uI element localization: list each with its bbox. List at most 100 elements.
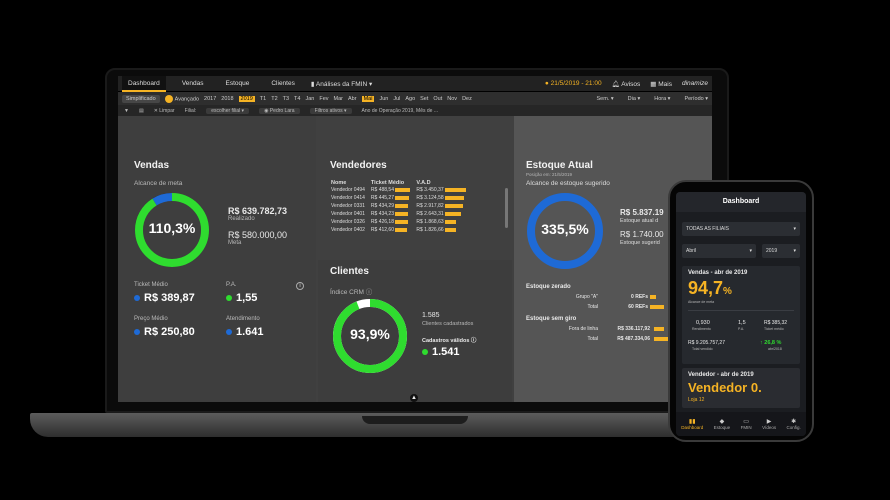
nav-videos-label: Vídeos bbox=[762, 425, 777, 430]
zerado-grupo-value: 0 REFs bbox=[631, 294, 648, 300]
mais-button[interactable]: ▦ Mais bbox=[650, 80, 672, 88]
period-filter-bar: Simplificado Avançado 2017 2018 2019 T1 … bbox=[118, 92, 712, 105]
limpar-label: Limpar bbox=[159, 107, 175, 114]
info-icon[interactable]: ⓘ bbox=[366, 289, 373, 296]
vendedor-vad: R$ 2.917,82 bbox=[413, 202, 469, 210]
month-jul[interactable]: Jul bbox=[393, 96, 400, 102]
fora-linha-value: R$ 336.117,92 bbox=[617, 326, 650, 332]
semana-select[interactable]: Sem. ▾ bbox=[597, 96, 614, 102]
vendas-subtitle: Alcance de meta bbox=[134, 180, 183, 187]
filtros-ativos-select[interactable]: Filtros ativos ▾ bbox=[309, 107, 352, 114]
month-mar[interactable]: Mar bbox=[334, 96, 343, 102]
vendedor-ticket: R$ 426,18 bbox=[368, 218, 413, 226]
nav-dashboard[interactable]: ▮▮ Dashboard bbox=[681, 418, 703, 430]
limpar-button[interactable]: ✕ Limpar bbox=[154, 108, 175, 114]
clientes-ring-value: 93,9% bbox=[350, 326, 390, 342]
estoque-subtitle: Alcance de estoque sugerido bbox=[526, 180, 610, 187]
month-mai[interactable]: Mai bbox=[361, 95, 375, 102]
validos-value: 1.541 bbox=[422, 346, 460, 358]
vendedores-panel: Vendedores Nome Ticket Médio V.A.D Vende… bbox=[318, 116, 512, 258]
year-2018[interactable]: 2018 bbox=[221, 96, 233, 102]
meta-label: Meta bbox=[228, 240, 242, 246]
vendedor-ticket-text: R$ 426,18 bbox=[370, 219, 394, 225]
info-icon[interactable]: i bbox=[296, 282, 304, 290]
estoque-atual-value: R$ 5.837.19 bbox=[620, 208, 664, 217]
quarter-t4[interactable]: T4 bbox=[294, 96, 300, 102]
ticket-medio-label: Ticket Médio bbox=[134, 282, 168, 288]
table-row[interactable]: Vendedor 0331 R$ 434,29 R$ 2.917,82 bbox=[328, 202, 469, 210]
phone-mes-select[interactable]: Abril ▾ bbox=[682, 244, 756, 258]
filial-value: escolher filial bbox=[211, 107, 241, 114]
vendedor-ticket-text: R$ 434,29 bbox=[370, 203, 394, 209]
month-out[interactable]: Out bbox=[433, 96, 442, 102]
table-row[interactable]: Vendedor 0326 R$ 426,18 R$ 1.868,63 bbox=[328, 218, 469, 226]
month-abr[interactable]: Abr bbox=[348, 96, 357, 102]
table-row[interactable]: Vendedor 0402 R$ 412,60 R$ 1.826,66 bbox=[328, 226, 469, 234]
month-set[interactable]: Set bbox=[420, 96, 428, 102]
periodo-select[interactable]: Período ▾ bbox=[684, 96, 708, 102]
vendedor-vad-text: R$ 2.643,31 bbox=[416, 211, 444, 217]
mais-label: Mais bbox=[658, 80, 672, 88]
avancado-toggle[interactable]: Avançado bbox=[164, 94, 199, 103]
bell-icon: 🔔︎ bbox=[611, 80, 622, 88]
month-fev[interactable]: Fev bbox=[319, 96, 328, 102]
year-2017[interactable]: 2017 bbox=[204, 96, 216, 102]
quarter-t1[interactable]: T1 bbox=[260, 96, 266, 102]
clientes-panel: Clientes Índice CRM ⓘ 93,9% 1.585 Client… bbox=[318, 260, 512, 402]
filial-select[interactable]: escolher filial ▾ bbox=[206, 107, 250, 114]
nav-config[interactable]: ✱ Config. bbox=[787, 418, 801, 430]
ticket-bar bbox=[395, 203, 409, 208]
semgiro-total-bar bbox=[654, 337, 668, 341]
phone-total-label: Total vendido bbox=[692, 347, 713, 351]
simplificado-toggle[interactable]: Simplificado bbox=[122, 94, 160, 103]
vad-bar bbox=[445, 227, 457, 232]
nav-fmin[interactable]: ▭ FMIN bbox=[741, 418, 752, 430]
vendedores-table: Nome Ticket Médio V.A.D Vendedor 0494 R$ … bbox=[328, 180, 469, 234]
vendedor-ticket-text: R$ 434,23 bbox=[370, 211, 394, 217]
year-2019[interactable]: 2019 bbox=[238, 95, 255, 102]
vendas-panel: Vendas Alcance de meta 110,3% R$ 639.782… bbox=[118, 116, 316, 402]
vad-bar bbox=[445, 187, 467, 192]
phone-kpi2-label: P.A. bbox=[738, 327, 745, 331]
tab-clientes[interactable]: Clientes bbox=[265, 76, 300, 92]
phone-filial-select[interactable]: TODAS AS FILIAIS ▾ bbox=[682, 222, 800, 236]
phone-ano-select[interactable]: 2019 ▾ bbox=[762, 244, 800, 258]
phone-vendedor-card: Vendedor - abr de 2019 Vendedor 0. Loja … bbox=[682, 368, 800, 408]
table-row[interactable]: Vendedor 0494 R$ 488,54 R$ 3.450,37 bbox=[328, 186, 469, 194]
validos-label: Cadastros válidos ⓘ bbox=[422, 336, 476, 344]
ticket-bar bbox=[395, 187, 411, 192]
avisos-button[interactable]: 🔔︎ Avisos bbox=[612, 80, 641, 88]
tab-dashboard[interactable]: Dashboard bbox=[122, 76, 166, 92]
info-icon[interactable]: ⓘ bbox=[471, 338, 477, 344]
quarter-t2[interactable]: T2 bbox=[271, 96, 277, 102]
vendedor-vad-text: R$ 3.124,58 bbox=[416, 195, 444, 201]
nav-estoque[interactable]: ◆ Estoque bbox=[714, 418, 731, 430]
toggle-knob-icon bbox=[164, 94, 173, 103]
quarter-t3[interactable]: T3 bbox=[283, 96, 289, 102]
print-icon[interactable]: ▤ bbox=[139, 108, 144, 114]
vendedor-vad-text: R$ 2.917,82 bbox=[416, 203, 444, 209]
filter-icon[interactable]: ▼ bbox=[124, 108, 129, 114]
month-jun[interactable]: Jun bbox=[379, 96, 388, 102]
tab-estoque[interactable]: Estoque bbox=[220, 76, 256, 92]
estoque-zerado-title: Estoque zerado bbox=[526, 284, 571, 290]
dia-select[interactable]: Dia ▾ bbox=[628, 96, 641, 102]
nav-videos[interactable]: ▶ Vídeos bbox=[762, 418, 776, 430]
month-nov[interactable]: Nov bbox=[447, 96, 457, 102]
phone-vendedor-name: Vendedor 0. bbox=[688, 380, 762, 395]
month-dez[interactable]: Dez bbox=[462, 96, 472, 102]
blue-dot-icon bbox=[134, 329, 140, 335]
analysis-menu[interactable]: ▮ Análises da FMIN ▾ bbox=[311, 80, 372, 88]
hora-select[interactable]: Hora ▾ bbox=[654, 96, 670, 102]
vendedor-ticket-text: R$ 412,60 bbox=[370, 227, 394, 233]
table-row[interactable]: Vendedor 0414 R$ 445,27 R$ 3.124,58 bbox=[328, 194, 469, 202]
table-row[interactable]: Vendedor 0401 R$ 434,23 R$ 2.643,31 bbox=[328, 210, 469, 218]
tab-vendas[interactable]: Vendas bbox=[176, 76, 210, 92]
month-jan[interactable]: Jan bbox=[305, 96, 314, 102]
preco-medio-value: R$ 250,80 bbox=[134, 326, 195, 338]
table-scrollbar[interactable] bbox=[505, 188, 508, 228]
scroll-up-icon[interactable]: ▲ bbox=[410, 394, 418, 402]
vendedor-select[interactable]: ◉ Pedro Lara bbox=[259, 107, 300, 114]
estoque-semgiro-title: Estoque sem giro bbox=[526, 316, 577, 322]
month-ago[interactable]: Ago bbox=[405, 96, 415, 102]
